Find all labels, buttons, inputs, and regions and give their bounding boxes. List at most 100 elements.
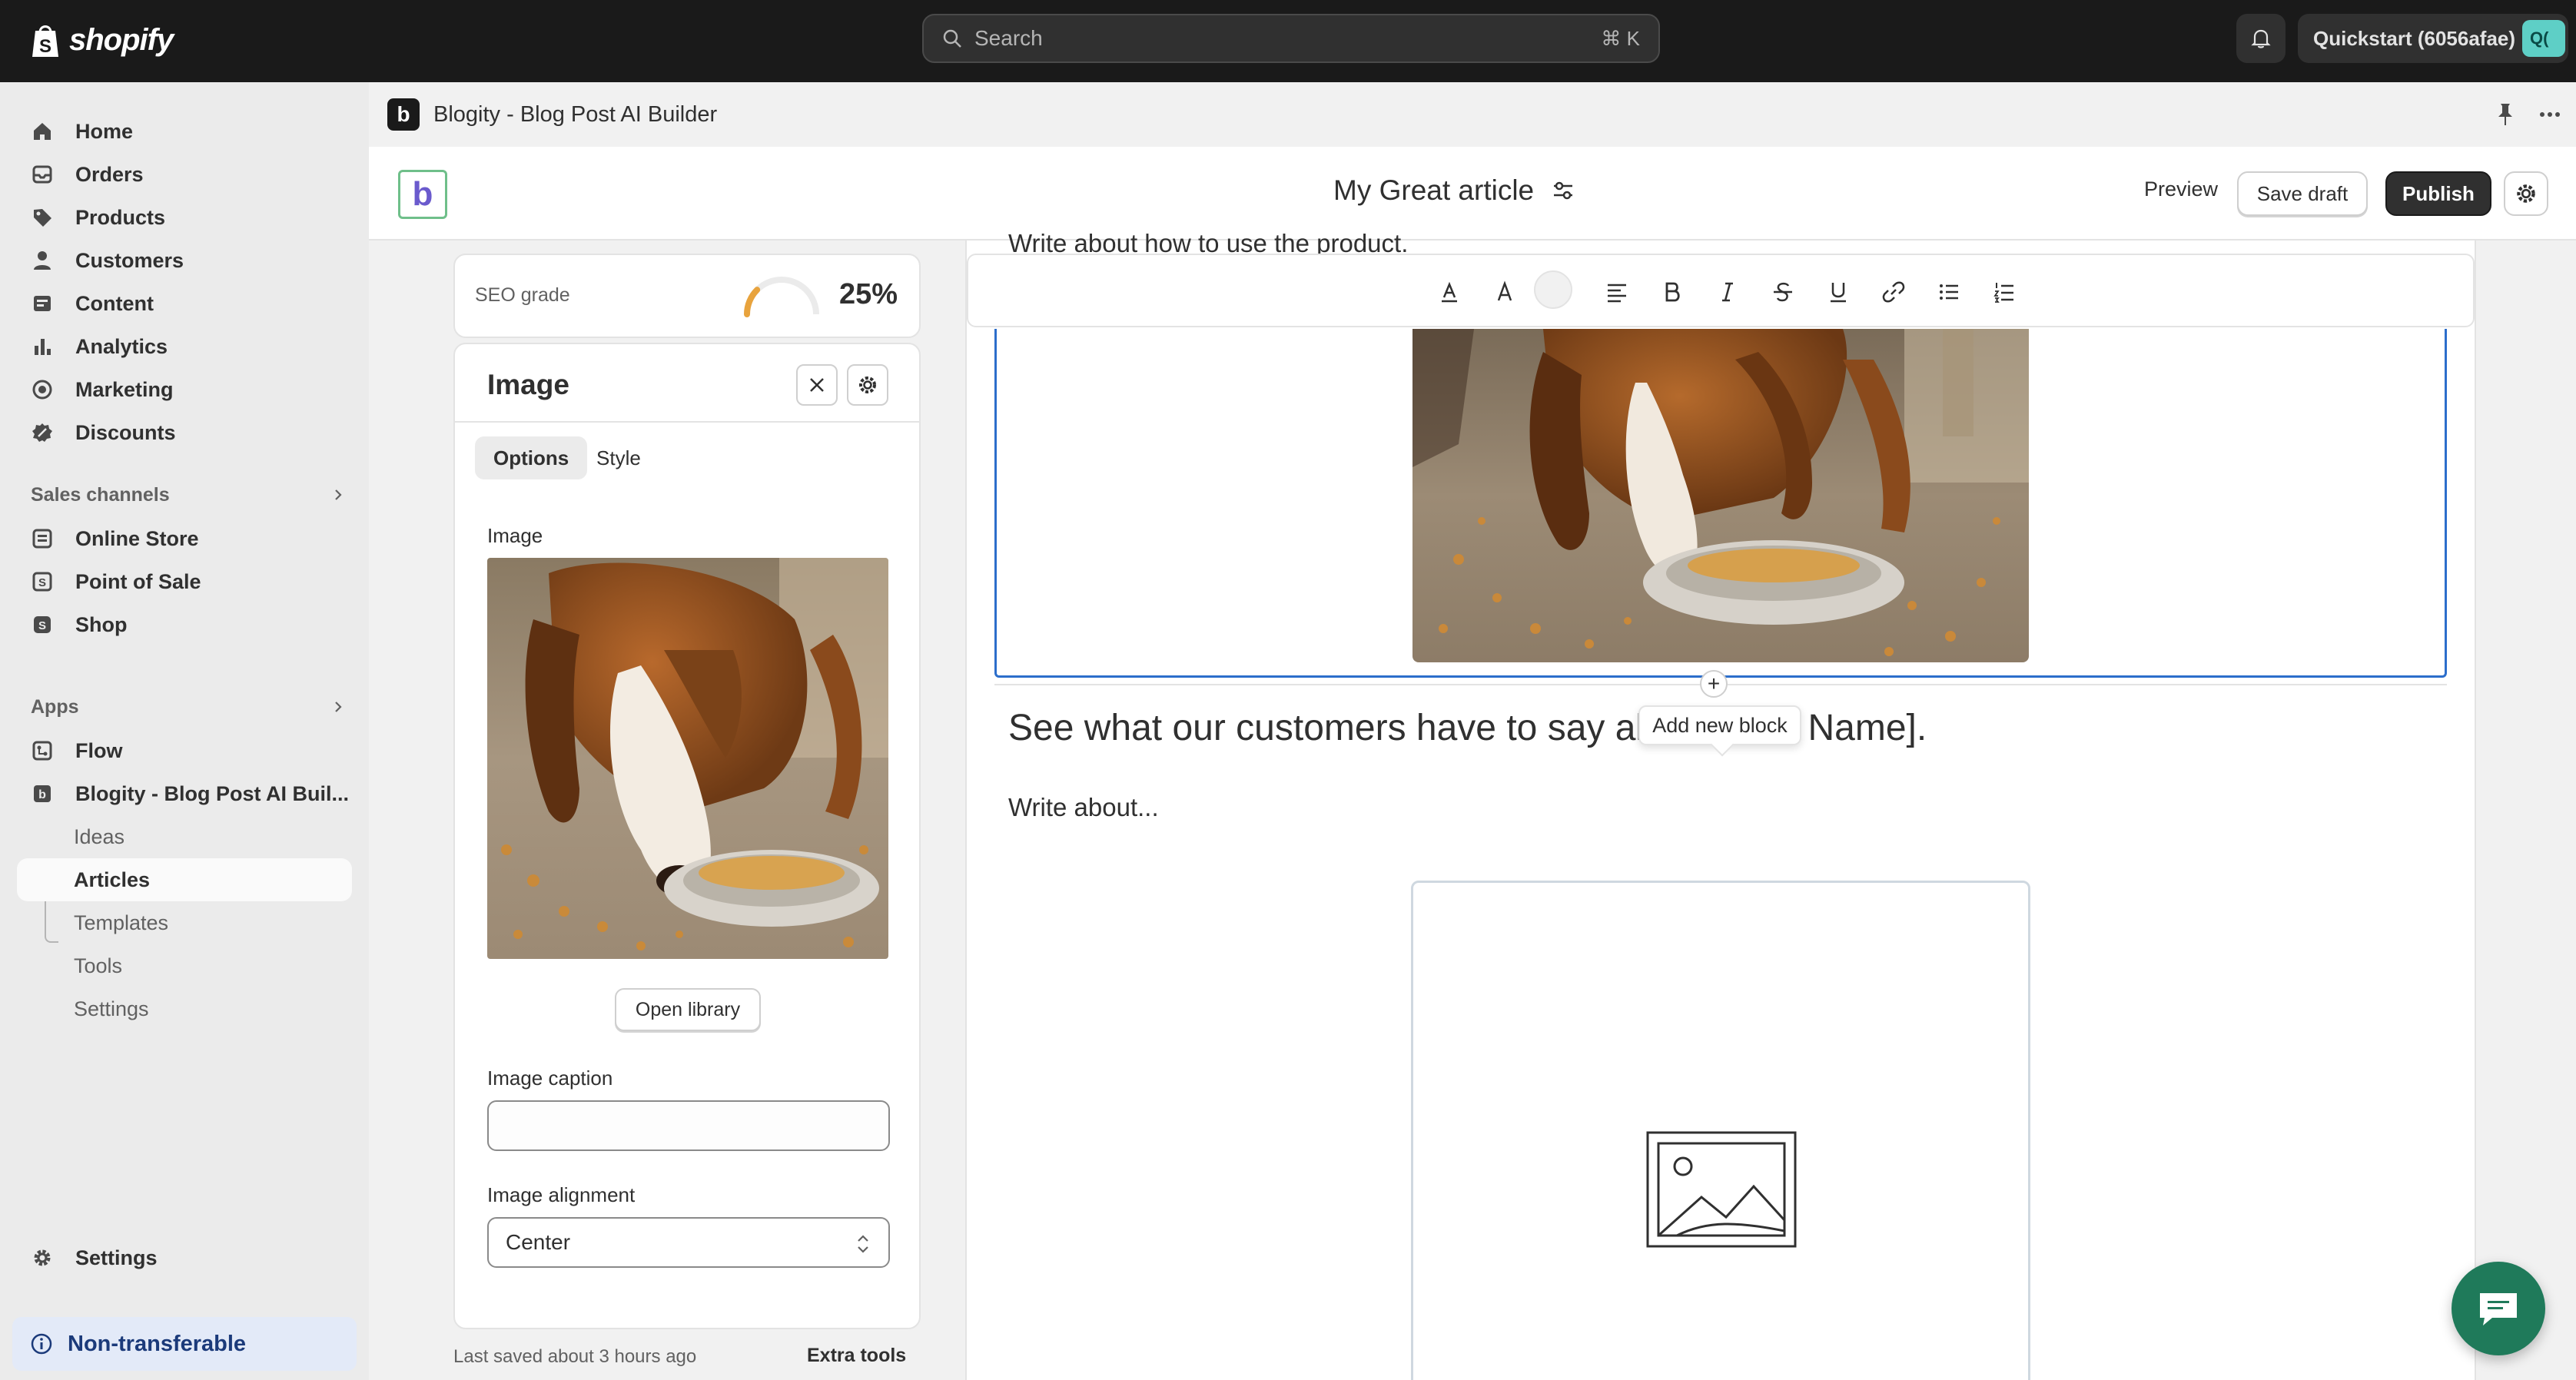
numbered-list-button[interactable] xyxy=(1989,277,2020,307)
notifications-button[interactable] xyxy=(2236,14,2286,63)
tab-style[interactable]: Style xyxy=(578,436,659,479)
align-left-icon xyxy=(1608,284,1626,303)
sidebar-item-point-of-sale[interactable]: S Point of Sale xyxy=(17,560,352,603)
strikethrough-button[interactable] xyxy=(1768,277,1798,307)
sidebar-item-products[interactable]: Products xyxy=(17,196,352,239)
target-icon xyxy=(32,380,52,400)
sidebar-subitem-tools[interactable]: Tools xyxy=(17,944,352,987)
sidebar-item-home[interactable]: Home xyxy=(17,110,352,153)
preview-button[interactable]: Preview xyxy=(2144,177,2218,201)
strikethrough-icon xyxy=(1774,282,1792,302)
store-icon xyxy=(32,529,52,549)
text-color-button[interactable] xyxy=(1434,277,1465,307)
sales-channels-header[interactable]: Sales channels xyxy=(31,479,346,510)
article-image[interactable] xyxy=(1412,329,2029,662)
dog-eating-image xyxy=(1412,329,2029,662)
document-title[interactable]: My Great article xyxy=(1333,174,1575,207)
image-placeholder-block[interactable] xyxy=(1411,881,2030,1380)
image-caption-input[interactable] xyxy=(487,1100,890,1151)
sidebar-item-label: Tools xyxy=(74,954,123,977)
underline-icon xyxy=(1831,283,1846,303)
sidebar-item-analytics[interactable]: Analytics xyxy=(17,325,352,368)
sidebar-subitem-ideas[interactable]: Ideas xyxy=(17,815,352,858)
highlight-color-swatch[interactable] xyxy=(1534,270,1572,309)
image-alignment-select[interactable]: Center xyxy=(487,1217,890,1268)
blogity-logo: b xyxy=(398,170,447,219)
more-horizontal-icon[interactable] xyxy=(2535,99,2565,130)
chat-button[interactable] xyxy=(2452,1262,2545,1355)
dog-eating-image xyxy=(487,558,888,959)
apps-header[interactable]: Apps xyxy=(31,692,346,722)
sidebar-item-label: Products xyxy=(75,205,166,229)
panel-settings-button[interactable] xyxy=(847,364,888,406)
link-button[interactable] xyxy=(1878,277,1909,307)
sidebar-subitem-settings[interactable]: Settings xyxy=(17,987,352,1030)
formatting-toolbar xyxy=(967,254,2475,327)
non-transferable-banner[interactable]: Non-transferable xyxy=(12,1317,357,1371)
sidebar-item-label: Home xyxy=(75,119,134,143)
search-placeholder: Search xyxy=(974,26,1043,50)
sidebar-item-flow[interactable]: Flow xyxy=(17,729,352,772)
extra-tools-button[interactable]: Extra tools xyxy=(807,1345,906,1367)
editor-settings-button[interactable] xyxy=(2504,171,2548,216)
document-title-text: My Great article xyxy=(1333,174,1535,206)
open-library-button[interactable]: Open library xyxy=(615,988,761,1031)
store-avatar: Q( xyxy=(2522,20,2565,57)
close-panel-button[interactable] xyxy=(796,364,838,406)
sidebar-item-discounts[interactable]: Discounts xyxy=(17,411,352,454)
tab-options[interactable]: Options xyxy=(475,436,588,479)
content-icon xyxy=(34,296,51,311)
section-label: Sales channels xyxy=(31,483,170,506)
image-preview[interactable] xyxy=(487,558,888,959)
shopify-logo[interactable]: S shopify xyxy=(29,20,174,60)
brand-name: shopify xyxy=(69,22,174,57)
font-size-button[interactable] xyxy=(1489,277,1520,307)
publish-button[interactable]: Publish xyxy=(2385,171,2491,216)
sidebar-item-content[interactable]: Content xyxy=(17,282,352,325)
top-bar: S shopify Search ⌘ K Quickstart (6056afa… xyxy=(0,0,2576,82)
underline-button[interactable] xyxy=(1823,277,1854,307)
bullet-list-button[interactable] xyxy=(1934,277,1964,307)
flow-icon xyxy=(32,741,52,761)
sidebar-item-customers[interactable]: Customers xyxy=(17,239,352,282)
sidebar-item-shop[interactable]: S Shop xyxy=(17,603,352,646)
svg-text:S: S xyxy=(39,36,51,57)
pin-icon[interactable] xyxy=(2490,99,2521,130)
chevron-right-icon xyxy=(335,702,342,712)
bold-button[interactable] xyxy=(1657,277,1688,307)
image-field-label: Image xyxy=(487,524,543,547)
close-icon xyxy=(810,378,824,392)
save-draft-button[interactable]: Save draft xyxy=(2237,171,2368,216)
sidebar-item-blogity[interactable]: b Blogity - Blog Post AI Buil... xyxy=(17,772,352,815)
sidebar-item-orders[interactable]: Orders xyxy=(17,153,352,196)
align-button[interactable] xyxy=(1602,277,1632,307)
italic-icon xyxy=(1722,282,1733,302)
sidebar-item-label: Settings xyxy=(74,997,149,1020)
sidebar-item-label: Orders xyxy=(75,162,144,186)
italic-button[interactable] xyxy=(1712,277,1743,307)
add-block-button[interactable]: + xyxy=(1700,670,1728,698)
sidebar-item-label: Marketing xyxy=(75,377,174,401)
svg-text:b: b xyxy=(38,788,46,801)
sidebar-item-online-store[interactable]: Online Store xyxy=(17,517,352,560)
sidebar-item-label: Discounts xyxy=(75,420,176,444)
blogity-icon: b xyxy=(34,785,51,802)
store-switcher[interactable]: Quickstart (6056afae) Q( xyxy=(2298,14,2568,63)
sidebar-item-settings[interactable]: Settings xyxy=(17,1236,352,1279)
sidebar-subitem-templates[interactable]: Templates xyxy=(17,901,352,944)
gear-icon xyxy=(2517,184,2535,203)
bullet-list-icon xyxy=(1940,284,1958,300)
sidebar-subitem-articles[interactable]: Articles xyxy=(17,858,352,901)
sidebar-item-marketing[interactable]: Marketing xyxy=(17,368,352,411)
sidebar-item-label: Articles xyxy=(74,867,151,891)
sidebar-item-label: Shop xyxy=(75,612,128,636)
sidebar-item-label: Ideas xyxy=(74,824,125,848)
editor-header: b My Great article Preview Save draft Pu… xyxy=(369,147,2576,241)
bell-icon xyxy=(2251,29,2271,48)
alignment-field-label: Image alignment xyxy=(487,1183,636,1206)
seo-grade-label: SEO grade xyxy=(475,284,570,306)
seo-gauge xyxy=(744,277,819,317)
sliders-icon[interactable] xyxy=(1551,178,1575,203)
paragraph-block[interactable]: Write about... xyxy=(1008,793,1159,822)
search-bar[interactable]: Search ⌘ K xyxy=(922,14,1660,63)
